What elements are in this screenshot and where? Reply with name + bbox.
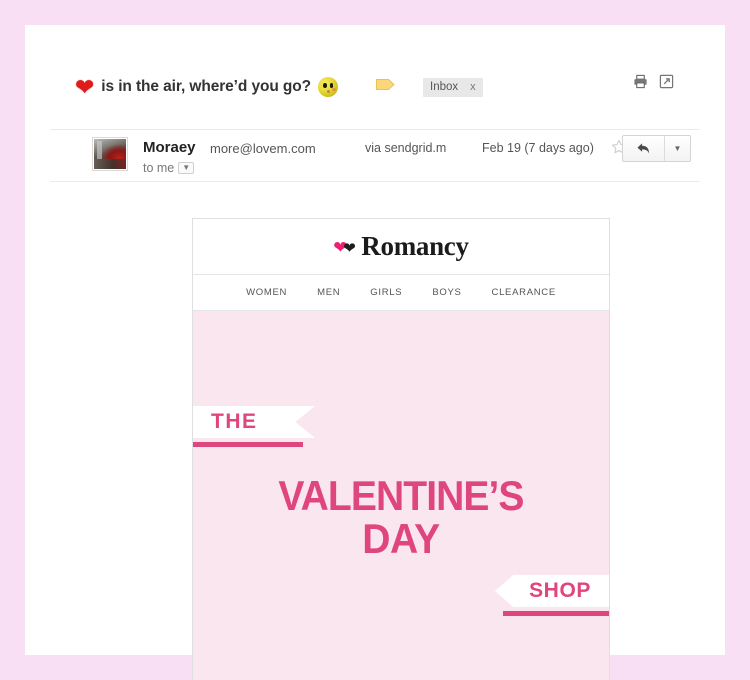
- printer-icon[interactable]: [633, 74, 648, 94]
- red-heart-icon: ❤: [75, 73, 95, 100]
- via-word: via: [365, 141, 381, 155]
- inbox-label-remove-button[interactable]: x: [470, 81, 476, 93]
- via-domain: sendgrid.m: [384, 141, 447, 155]
- nav-item-men[interactable]: MEN: [317, 287, 340, 298]
- brand-lockup[interactable]: ❤ ❤ Romancy: [333, 231, 469, 262]
- category-nav: WOMEN MEN GIRLS BOYS CLEARANCE: [193, 275, 609, 311]
- shop-ribbon-label: SHOP: [529, 579, 591, 602]
- emoji-blush: [332, 88, 336, 91]
- avatar: [92, 137, 128, 171]
- recipients-row[interactable]: to me ▼: [143, 161, 195, 175]
- subject-row: ❤ is in the air, where’d you go? Inbox x: [75, 70, 700, 104]
- black-heart-icon: ❤: [343, 239, 356, 257]
- nav-item-boys[interactable]: BOYS: [432, 287, 461, 298]
- nav-item-women[interactable]: WOMEN: [246, 287, 287, 298]
- the-ribbon-label: THE: [211, 410, 258, 433]
- hero-headline-line2: DAY: [362, 515, 440, 563]
- reply-button[interactable]: [623, 136, 665, 161]
- brand-bar: ❤ ❤ Romancy: [193, 219, 609, 275]
- chevron-down-icon[interactable]: ▼: [178, 162, 195, 174]
- sender-name[interactable]: Moraey: [143, 139, 196, 156]
- brand-hearts: ❤ ❤: [333, 237, 359, 257]
- email-creative-body: ❤ ❤ Romancy WOMEN MEN GIRLS BOYS CLEARAN…: [192, 218, 610, 680]
- surprised-face-emoji: [318, 77, 339, 97]
- sender-email[interactable]: more@lovem.com: [210, 141, 316, 156]
- nav-item-clearance[interactable]: CLEARANCE: [492, 287, 556, 298]
- header-actions: [633, 74, 674, 94]
- avatar-photo: [94, 139, 126, 169]
- brand-name: Romancy: [361, 231, 469, 261]
- label-tag-icon[interactable]: [376, 78, 395, 96]
- the-ribbon: THE: [193, 406, 315, 438]
- reply-arrow-icon: [637, 143, 650, 154]
- reply-more-button[interactable]: ▼: [665, 136, 690, 161]
- the-ribbon-underline: [193, 442, 303, 447]
- reply-button-group: ▼: [622, 135, 691, 162]
- nav-item-girls[interactable]: GIRLS: [370, 287, 402, 298]
- hero-headline: VALENTINE’S DAY: [193, 472, 609, 563]
- hero-banner: THE VALENTINE’S DAY SHOP: [193, 311, 609, 680]
- message-header: ❤ is in the air, where’d you go? Inbox x: [50, 60, 700, 130]
- sender-row: Moraey more@lovem.com to me ▼ via sendgr…: [50, 130, 700, 182]
- inbox-label-chip[interactable]: Inbox x: [423, 77, 483, 97]
- via-sender-info: via sendgrid.m: [365, 141, 457, 155]
- chevron-down-icon: ▼: [673, 144, 682, 153]
- inbox-label-text: Inbox: [430, 80, 459, 93]
- open-in-new-window-icon[interactable]: [659, 74, 674, 94]
- email-page-frame: ❤ is in the air, where’d you go? Inbox x: [25, 25, 725, 680]
- emoji-eye-left: [323, 83, 327, 88]
- subject-text: is in the air, where’d you go?: [101, 78, 312, 95]
- emoji-mouth: [326, 89, 331, 93]
- shop-ribbon[interactable]: SHOP: [495, 575, 609, 607]
- recipients-label: to me: [143, 161, 175, 175]
- emoji-eye-right: [329, 83, 334, 88]
- message-date: Feb 19 (7 days ago): [482, 141, 594, 155]
- hero-headline-line1: VALENTINE’S: [278, 472, 524, 519]
- shop-ribbon-underline: [503, 611, 609, 616]
